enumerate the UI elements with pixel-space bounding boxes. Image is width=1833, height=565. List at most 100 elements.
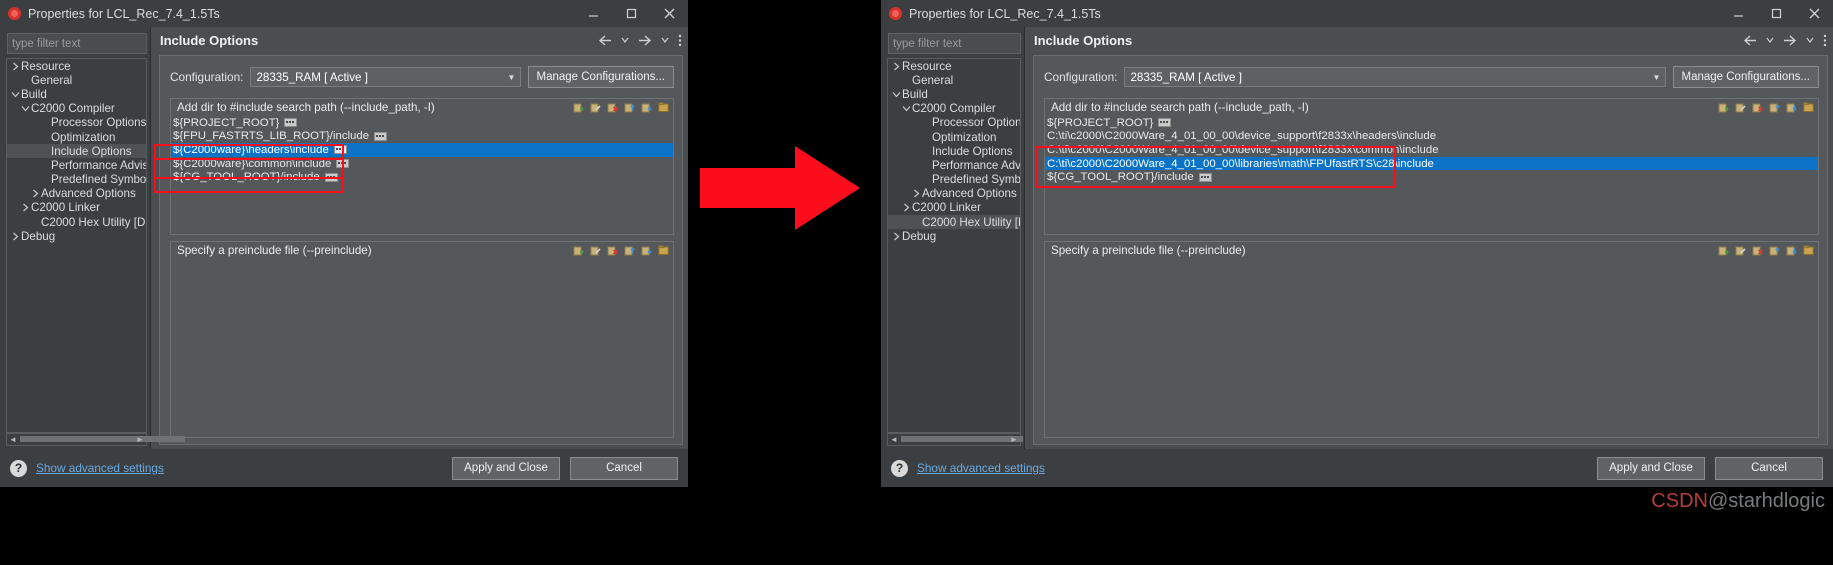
sidebar-item-performance-advisor[interactable]: Performance Advisor bbox=[7, 158, 146, 172]
delete-icon[interactable] bbox=[607, 102, 618, 113]
chevron-right-icon[interactable] bbox=[891, 232, 902, 241]
list-item[interactable]: ${C2000ware}\common\include bbox=[171, 157, 673, 171]
back-chevron-down-icon[interactable] bbox=[1766, 37, 1774, 43]
back-chevron-down-icon[interactable] bbox=[621, 37, 629, 43]
forward-chevron-down-icon[interactable] bbox=[661, 37, 669, 43]
list-item[interactable]: C:\ti\c2000\C2000Ware_4_01_00_00\device_… bbox=[1045, 130, 1818, 144]
sidebar-item-resource[interactable]: Resource bbox=[7, 59, 146, 73]
move-down-icon[interactable] bbox=[641, 102, 652, 113]
sidebar-item-debug[interactable]: Debug bbox=[7, 229, 146, 243]
delete-icon[interactable] bbox=[1752, 102, 1763, 113]
back-arrow-icon[interactable] bbox=[598, 34, 612, 46]
list-item[interactable]: ${FPU_FASTRTS_LIB_ROOT}/include bbox=[171, 130, 673, 144]
list-item[interactable]: C:\ti\c2000\C2000Ware_4_01_00_00\librari… bbox=[1045, 156, 1818, 171]
add-icon[interactable] bbox=[1718, 102, 1729, 113]
move-up-icon[interactable] bbox=[624, 245, 635, 256]
close-icon[interactable] bbox=[650, 0, 688, 27]
sidebar-item-performance-advisor[interactable]: Performance Advisor bbox=[888, 158, 1020, 172]
sidebar-item-optimization[interactable]: Optimization bbox=[7, 130, 146, 144]
scroll-right-icon[interactable]: ► bbox=[1009, 435, 1019, 444]
scroll-right-icon[interactable]: ► bbox=[135, 435, 145, 444]
list-item[interactable]: C:\ti\c2000\C2000Ware_4_01_00_00\device_… bbox=[1045, 143, 1818, 157]
chevron-right-icon[interactable] bbox=[20, 203, 31, 212]
list-item[interactable]: ${PROJECT_ROOT} bbox=[1045, 116, 1818, 130]
add-icon[interactable] bbox=[1718, 245, 1729, 256]
add-icon[interactable] bbox=[573, 102, 584, 113]
sidebar-item-c2000-hex-utility-disab[interactable]: C2000 Hex Utility [Disab bbox=[888, 215, 1020, 230]
close-icon[interactable] bbox=[1795, 0, 1833, 27]
filter-input[interactable]: type filter text bbox=[888, 33, 1021, 54]
edit-icon[interactable] bbox=[590, 245, 601, 256]
chevron-right-icon[interactable] bbox=[911, 189, 922, 198]
filesystem-icon[interactable] bbox=[658, 102, 669, 113]
apply-and-close-button[interactable]: Apply and Close bbox=[1597, 456, 1705, 480]
delete-icon[interactable] bbox=[607, 245, 618, 256]
help-icon[interactable]: ? bbox=[891, 459, 908, 477]
list-item[interactable]: ${CG_TOOL_ROOT}/include bbox=[171, 170, 673, 184]
kebab-menu-icon[interactable] bbox=[1823, 34, 1827, 47]
kebab-menu-icon[interactable] bbox=[678, 34, 682, 47]
cancel-button[interactable]: Cancel bbox=[1715, 456, 1823, 480]
sidebar-item-predefined-symbols[interactable]: Predefined Symbols bbox=[888, 173, 1020, 187]
list-item[interactable]: ${C2000ware}\headers\include bbox=[171, 143, 673, 157]
back-arrow-icon[interactable] bbox=[1743, 34, 1757, 46]
move-down-icon[interactable] bbox=[1786, 102, 1797, 113]
minimize-icon[interactable] bbox=[574, 0, 612, 27]
sidebar-item-include-options[interactable]: Include Options bbox=[7, 144, 146, 159]
sidebar-item-debug[interactable]: Debug bbox=[888, 229, 1020, 243]
scroll-left-icon[interactable]: ◄ bbox=[8, 435, 18, 444]
move-up-icon[interactable] bbox=[624, 102, 635, 113]
manage-configurations-button[interactable]: Manage Configurations... bbox=[527, 66, 674, 88]
sidebar-item-c2000-compiler[interactable]: C2000 Compiler bbox=[7, 102, 146, 116]
forward-arrow-icon[interactable] bbox=[638, 34, 652, 46]
chevron-down-icon[interactable] bbox=[20, 105, 31, 112]
sidebar-item-build[interactable]: Build bbox=[888, 87, 1020, 101]
add-icon[interactable] bbox=[573, 245, 584, 256]
sidebar-item-c2000-linker[interactable]: C2000 Linker bbox=[888, 201, 1020, 215]
list-item[interactable]: ${PROJECT_ROOT} bbox=[171, 116, 673, 130]
sidebar-item-general[interactable]: General bbox=[7, 73, 146, 87]
configuration-select[interactable]: 28335_RAM [ Active ] ▼ bbox=[1124, 67, 1666, 87]
move-down-icon[interactable] bbox=[1786, 245, 1797, 256]
sidebar-item-processor-options[interactable]: Processor Options bbox=[888, 116, 1020, 130]
scroll-thumb[interactable] bbox=[901, 436, 1023, 442]
list-item[interactable]: ${CG_TOOL_ROOT}/include bbox=[1045, 170, 1818, 184]
sidebar-item-c2000-compiler[interactable]: C2000 Compiler bbox=[888, 102, 1020, 116]
edit-icon[interactable] bbox=[1735, 102, 1746, 113]
move-up-icon[interactable] bbox=[1769, 245, 1780, 256]
settings-tree[interactable]: Resource General Build C2000 Compiler Proces… bbox=[887, 58, 1021, 433]
maximize-icon[interactable] bbox=[1757, 0, 1795, 27]
cancel-button[interactable]: Cancel bbox=[570, 456, 678, 480]
sidebar-item-c2000-linker[interactable]: C2000 Linker bbox=[7, 201, 146, 215]
chevron-down-icon[interactable] bbox=[891, 91, 902, 98]
sidebar-item-optimization[interactable]: Optimization bbox=[888, 130, 1020, 144]
forward-chevron-down-icon[interactable] bbox=[1806, 37, 1814, 43]
forward-arrow-icon[interactable] bbox=[1783, 34, 1797, 46]
edit-icon[interactable] bbox=[1735, 245, 1746, 256]
move-down-icon[interactable] bbox=[641, 245, 652, 256]
sidebar-item-predefined-symbols[interactable]: Predefined Symbols bbox=[7, 173, 146, 187]
help-icon[interactable]: ? bbox=[10, 459, 27, 477]
include-path-items[interactable]: ${PROJECT_ROOT} ${FPU_FASTRTS_LIB_ROOT}/i… bbox=[171, 116, 673, 234]
filesystem-icon[interactable] bbox=[658, 245, 669, 256]
preinclude-items[interactable] bbox=[171, 259, 673, 437]
sidebar-item-include-options[interactable]: Include Options bbox=[888, 144, 1020, 158]
chevron-down-icon[interactable] bbox=[901, 105, 912, 112]
sidebar-horizontal-scrollbar[interactable]: ◄ ► bbox=[6, 433, 185, 446]
chevron-right-icon[interactable] bbox=[901, 203, 912, 212]
settings-tree[interactable]: Resource General Build C2000 Compiler Proces… bbox=[6, 58, 147, 433]
sidebar-item-c2000-hex-utility-disab[interactable]: C2000 Hex Utility [Disab bbox=[7, 215, 146, 229]
sidebar-item-advanced-options[interactable]: Advanced Options bbox=[888, 187, 1020, 201]
sidebar-item-general[interactable]: General bbox=[888, 73, 1020, 87]
filesystem-icon[interactable] bbox=[1803, 102, 1814, 113]
scroll-left-icon[interactable]: ◄ bbox=[889, 435, 899, 444]
edit-icon[interactable] bbox=[590, 102, 601, 113]
manage-configurations-button[interactable]: Manage Configurations... bbox=[1672, 66, 1819, 88]
maximize-icon[interactable] bbox=[612, 0, 650, 27]
filter-input[interactable]: type filter text bbox=[7, 33, 147, 54]
scroll-thumb[interactable] bbox=[20, 436, 185, 442]
sidebar-item-build[interactable]: Build bbox=[7, 87, 146, 101]
delete-icon[interactable] bbox=[1752, 245, 1763, 256]
move-up-icon[interactable] bbox=[1769, 102, 1780, 113]
show-advanced-settings-link[interactable]: Show advanced settings bbox=[917, 461, 1045, 475]
